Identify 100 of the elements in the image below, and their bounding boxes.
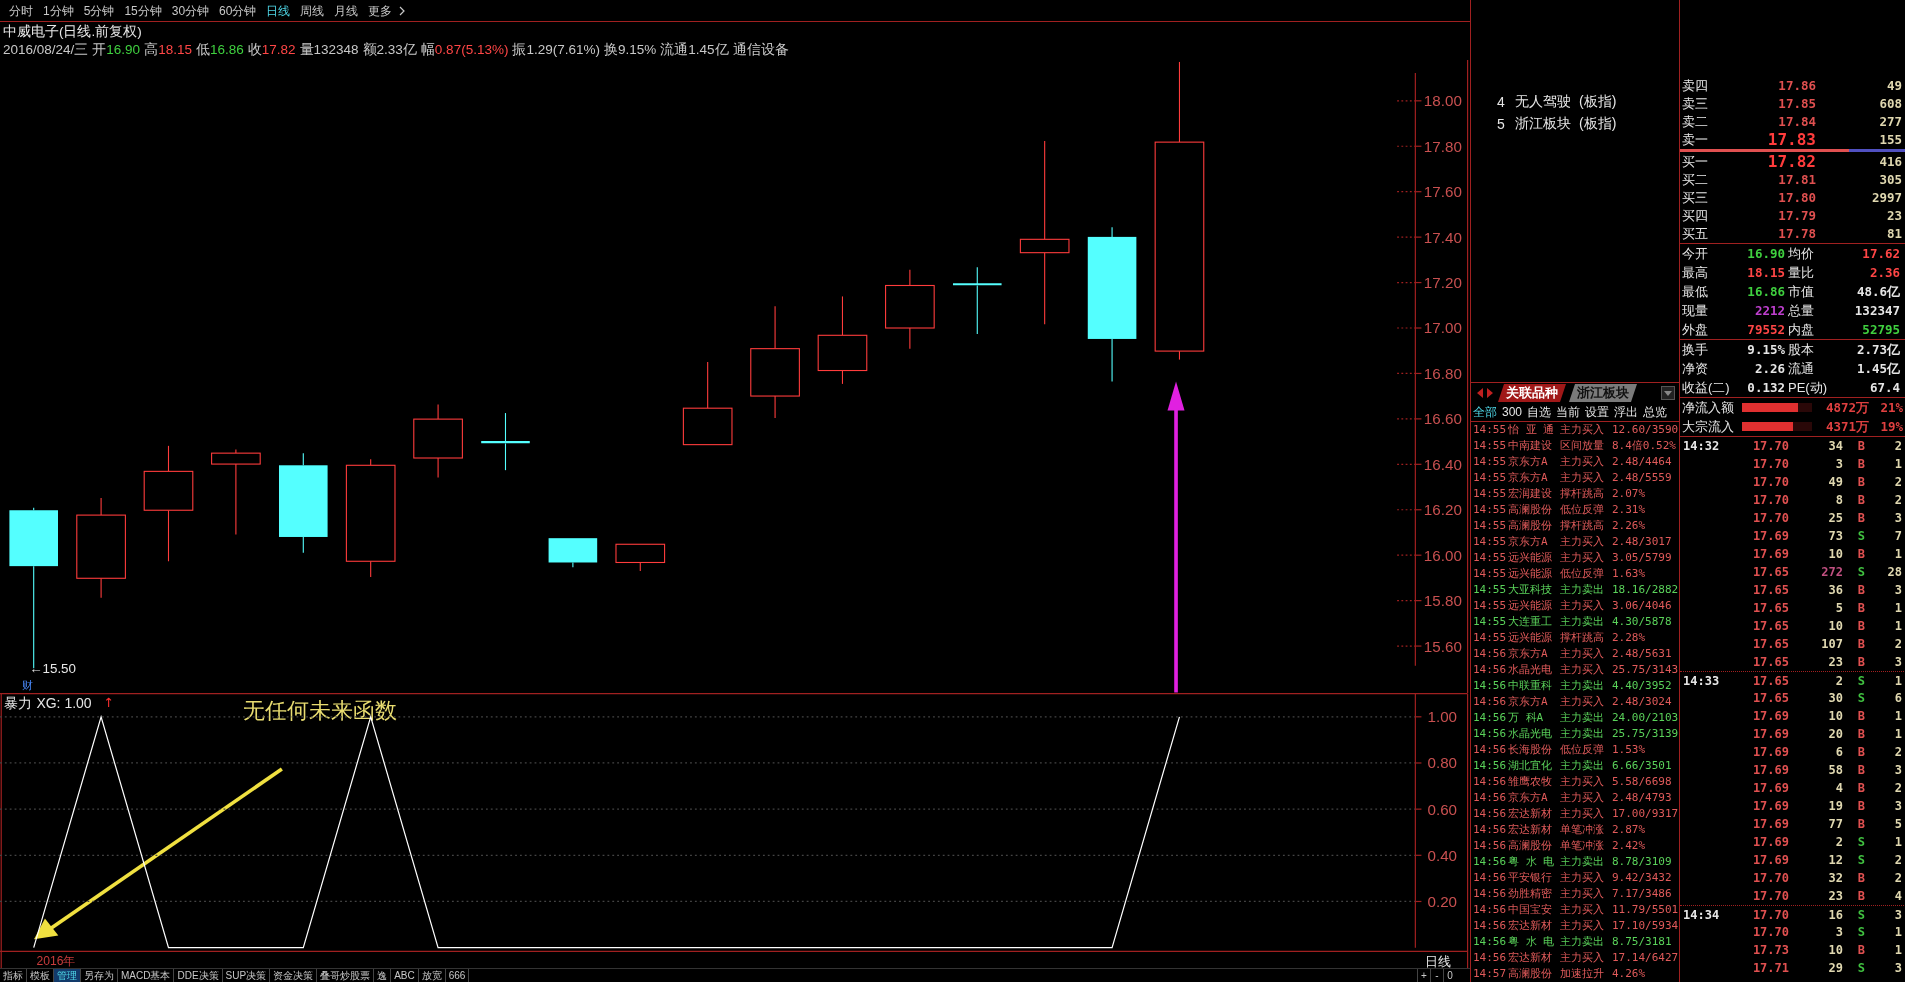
tick-count: 1 xyxy=(1893,834,1902,851)
item-number: 4 xyxy=(1497,94,1506,110)
alert-stock[interactable]: 远兴能源 xyxy=(1508,550,1560,566)
alert-time: 14:56 xyxy=(1473,822,1508,838)
alert-stock[interactable]: 京东方A xyxy=(1508,534,1560,550)
alert-stock[interactable]: 宏润建设 xyxy=(1508,486,1560,502)
period-tab[interactable]: 30分钟 xyxy=(166,0,215,21)
period-tab[interactable]: 日线 xyxy=(261,0,296,21)
period-tab[interactable]: 1分钟 xyxy=(38,0,79,21)
order-label: 卖二 xyxy=(1682,113,1709,131)
indicator-tab[interactable]: SUP决策 xyxy=(222,969,271,982)
alert-stock[interactable]: 平安银行 xyxy=(1508,870,1560,886)
indicator-tab[interactable]: 另存为 xyxy=(81,969,118,982)
block-name[interactable]: 无人驾驶 xyxy=(1515,93,1571,111)
tick-price: 17.70 xyxy=(1751,474,1789,491)
tick-side: B xyxy=(1856,780,1865,797)
indicator-tab[interactable]: 666 xyxy=(445,969,470,982)
filter-tab[interactable]: 浮出 xyxy=(1614,403,1639,421)
alert-stock[interactable]: 水晶光电 xyxy=(1508,662,1560,678)
alert-value: 2.28% xyxy=(1612,630,1647,646)
alert-stock[interactable]: 高澜股份 xyxy=(1508,518,1560,534)
stat-label: 流通 xyxy=(1788,360,1815,378)
alert-stock[interactable]: 雏鹰农牧 xyxy=(1508,774,1560,790)
tick-side: B xyxy=(1856,870,1865,887)
filter-tab[interactable]: 300 xyxy=(1502,405,1523,419)
alert-event: 主力卖出 xyxy=(1560,614,1605,630)
tick-side: B xyxy=(1856,600,1865,617)
panel-tab[interactable]: 关联品种 xyxy=(1498,384,1566,402)
alert-stock[interactable]: 京东方A xyxy=(1508,646,1560,662)
alert-stock[interactable]: 高澜股份 xyxy=(1508,838,1560,854)
stat-label: 收益(二) xyxy=(1682,379,1731,397)
indicator-tab[interactable]: ABC xyxy=(391,969,419,982)
period-tab[interactable]: 周线 xyxy=(295,0,330,21)
period-tab[interactable]: 5分钟 xyxy=(78,0,120,21)
indicator-tab[interactable]: 逸 xyxy=(374,969,392,982)
alert-stock[interactable]: 京东方A xyxy=(1508,454,1560,470)
alert-stock[interactable]: 中联重科 xyxy=(1508,678,1560,694)
alert-stock[interactable]: 中南建设 xyxy=(1508,438,1560,454)
alert-stock[interactable]: 远兴能源 xyxy=(1508,598,1560,614)
alert-stock[interactable]: 长海股份 xyxy=(1508,742,1560,758)
indicator-tab[interactable]: 指标 xyxy=(0,969,27,982)
order-label: 买五 xyxy=(1682,225,1709,243)
block-name[interactable]: 浙江板块 xyxy=(1515,115,1571,133)
alert-stock[interactable]: 京东方A xyxy=(1508,694,1560,710)
zoom-button[interactable]: + xyxy=(1417,969,1430,982)
alert-stock[interactable]: 宏达新材 xyxy=(1508,950,1560,966)
period-tab[interactable]: 月线 xyxy=(329,0,364,21)
indicator-tab[interactable]: DDE决策 xyxy=(174,969,223,982)
indicator-tab[interactable]: 放宽 xyxy=(418,969,446,982)
prev-next-icon[interactable] xyxy=(1475,386,1495,400)
alert-value: 25.75/3143 xyxy=(1612,662,1679,678)
alert-stock[interactable]: 宏达新材 xyxy=(1508,806,1560,822)
alert-stock[interactable]: 大连重工 xyxy=(1508,614,1560,630)
tick-volume: 3 xyxy=(1834,456,1843,473)
filter-tab[interactable]: 总览 xyxy=(1643,403,1668,421)
alert-stock[interactable]: 粤 水 电 xyxy=(1508,854,1560,870)
alert-stock[interactable]: 远兴能源 xyxy=(1508,566,1560,582)
price-axis-label: 16.60 xyxy=(1423,410,1462,428)
order-label: 买三 xyxy=(1682,189,1709,207)
alert-stock[interactable]: 水晶光电 xyxy=(1508,726,1560,742)
filter-tab[interactable]: 设置 xyxy=(1585,403,1610,421)
alert-stock[interactable]: 京东方A xyxy=(1508,470,1560,486)
alert-stock[interactable]: 宏达新材 xyxy=(1508,918,1560,934)
alert-stock[interactable]: 高澜股份 xyxy=(1508,502,1560,518)
alert-stock[interactable]: 远兴能源 xyxy=(1508,630,1560,646)
tick-volume: 272 xyxy=(1820,564,1843,581)
alert-stock[interactable]: 高澜股份 xyxy=(1508,966,1560,982)
period-tab[interactable]: 分时 xyxy=(4,0,38,21)
stat-value: 17.62 xyxy=(1861,245,1901,263)
zoom-button[interactable]: - xyxy=(1430,969,1443,982)
alert-stock[interactable]: 万 科A xyxy=(1508,710,1560,726)
alert-event: 低位反弹 xyxy=(1560,742,1605,758)
alert-value: 2.31% xyxy=(1612,502,1647,518)
indicator-tab[interactable]: 叠哥炒股票 xyxy=(317,969,375,982)
zoom-button[interactable]: 0 xyxy=(1443,969,1456,982)
dropdown-icon[interactable] xyxy=(1661,386,1675,400)
alert-stock[interactable]: 怡 亚 通 xyxy=(1508,422,1560,438)
alert-stock[interactable]: 京东方A xyxy=(1508,790,1560,806)
alert-stock[interactable]: 宏达新材 xyxy=(1508,822,1560,838)
chevron-right-icon[interactable] xyxy=(399,5,407,16)
indicator-tab[interactable]: 管理 xyxy=(54,969,81,982)
indicator-tab[interactable]: MACD基本 xyxy=(118,969,175,982)
filter-tab[interactable]: 全部 xyxy=(1473,403,1497,421)
tick-count: 2 xyxy=(1893,744,1902,761)
alert-stock[interactable]: 中国宝安 xyxy=(1508,902,1560,918)
alert-stock[interactable]: 湖北宜化 xyxy=(1508,758,1560,774)
alert-stock[interactable]: 粤 水 电 xyxy=(1508,934,1560,950)
order-price: 17.81 xyxy=(1777,171,1816,189)
alert-stock[interactable]: 劲胜精密 xyxy=(1508,886,1560,902)
panel-tab[interactable]: 浙江板块 xyxy=(1569,384,1637,402)
tick-price: 17.65 xyxy=(1751,690,1789,707)
period-tab[interactable]: 15分钟 xyxy=(119,0,167,21)
period-tab[interactable]: 60分钟 xyxy=(214,0,262,21)
filter-tab[interactable]: 当前 xyxy=(1556,403,1581,421)
alert-stock[interactable]: 大亚科技 xyxy=(1508,582,1560,598)
filter-tab[interactable]: 自选 xyxy=(1527,403,1552,421)
tick-count: 1 xyxy=(1893,600,1902,617)
alert-value: 17.00/9317 xyxy=(1612,806,1679,822)
period-tab[interactable]: 更多 xyxy=(363,0,398,21)
indicator-tab[interactable]: 资金决策 xyxy=(270,969,318,982)
